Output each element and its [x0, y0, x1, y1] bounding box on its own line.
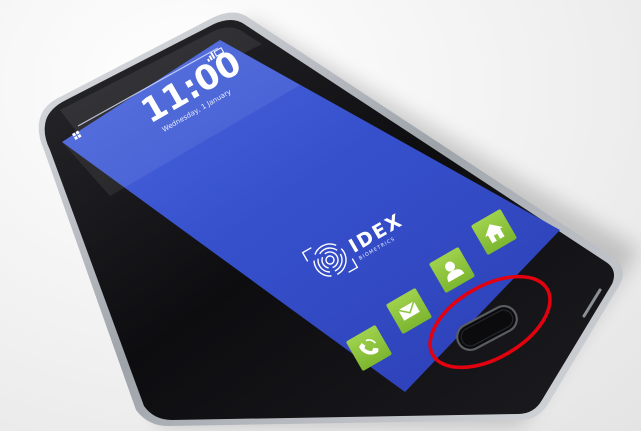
- product-photo: 11:00 Wednesday, 1 January IDEX BIOMETRI…: [0, 0, 641, 431]
- phone-illustration: 11:00 Wednesday, 1 January IDEX BIOMETRI…: [38, 12, 640, 426]
